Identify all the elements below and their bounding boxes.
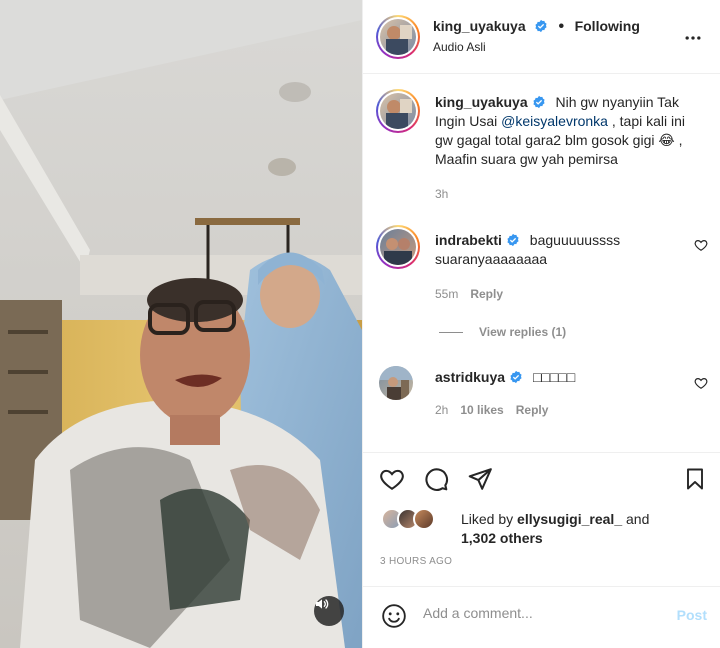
commenter-username[interactable]: indrabekti (435, 232, 502, 248)
save-bookmark-icon[interactable] (683, 466, 707, 492)
verified-badge-icon (507, 233, 519, 247)
post-header: king_uyakuya • Following Audio Asli (363, 0, 720, 74)
comment-meta: 2h 10 likes Reply (435, 403, 548, 417)
replies-line-divider (439, 332, 463, 334)
separator-dot: • (558, 18, 565, 35)
video-frame (0, 0, 362, 648)
view-replies-label: View replies (1) (479, 325, 567, 339)
reply-button[interactable]: Reply (516, 403, 549, 417)
reel-video[interactable] (0, 0, 362, 648)
caption-mention-link[interactable]: @keisyalevronka (501, 113, 608, 129)
reply-button[interactable]: Reply (470, 287, 503, 301)
comment-body: □□□□□ (532, 369, 576, 385)
comment-text: indrabekti baguuuuussss suaranyaaaaaaaa (435, 231, 685, 269)
share-send-icon[interactable] (467, 466, 493, 492)
comment-like-heart-icon[interactable] (694, 376, 708, 390)
comment-text: astridkuya □□□□□ (435, 368, 685, 387)
caption-author-username[interactable]: king_uyakuya (435, 94, 528, 110)
like-heart-icon[interactable] (379, 466, 405, 492)
likes-count[interactable]: 1,302 others (461, 530, 543, 546)
commenter-username[interactable]: astridkuya (435, 369, 505, 385)
avatar-image (384, 238, 412, 265)
post-details-panel: king_uyakuya • Following Audio Asli king… (362, 0, 720, 648)
verified-badge-icon (535, 19, 547, 33)
commenter-avatar[interactable] (379, 366, 413, 400)
verified-badge-icon (533, 95, 545, 109)
commenter-avatar[interactable] (376, 225, 420, 269)
following-button[interactable]: Following (575, 18, 640, 34)
liker-avatars[interactable] (381, 508, 451, 530)
post-comment-button[interactable]: Post (677, 607, 707, 623)
author-username[interactable]: king_uyakuya (433, 18, 526, 34)
liked-by-prefix: Liked by (461, 511, 518, 527)
post-timestamp[interactable]: 3 HOURS AGO (380, 556, 452, 567)
comment-like-heart-icon[interactable] (694, 238, 708, 252)
comment-bubble-icon[interactable] (423, 466, 449, 492)
audio-toggle-button[interactable] (314, 596, 344, 626)
view-replies-button[interactable]: View replies (1) (439, 325, 566, 339)
avatar-image (379, 366, 413, 400)
author-avatar[interactable] (376, 15, 420, 59)
liker-avatar (413, 508, 435, 530)
caption-author-avatar[interactable] (376, 89, 420, 133)
comment-likes-count[interactable]: 10 likes (460, 403, 503, 417)
caption-timestamp[interactable]: 3h (435, 187, 448, 201)
comment-input[interactable] (423, 605, 663, 621)
liked-by-text: Liked by ellysugigi_real_ and 1,302 other… (461, 510, 649, 548)
avatar-image (386, 25, 412, 55)
emoji-smiley-icon[interactable] (381, 603, 407, 629)
post-actions-bar (363, 452, 720, 502)
liked-by-user[interactable]: ellysugigi_real_ (517, 511, 622, 527)
verified-badge-icon (510, 370, 522, 384)
comment-time[interactable]: 2h (435, 403, 448, 417)
more-horizontal-icon[interactable] (683, 28, 703, 48)
comment-meta: 55m Reply (435, 287, 503, 301)
comment-time[interactable]: 55m (435, 287, 458, 301)
speaker-icon (316, 599, 329, 609)
caption-text: king_uyakuya Nih gw nyanyiin Tak Ingin U… (435, 93, 705, 169)
avatar-image (386, 99, 412, 129)
liked-by-middle: and (622, 511, 650, 527)
audio-link[interactable]: Audio Asli (433, 40, 486, 54)
comment-composer: Post (363, 586, 720, 644)
